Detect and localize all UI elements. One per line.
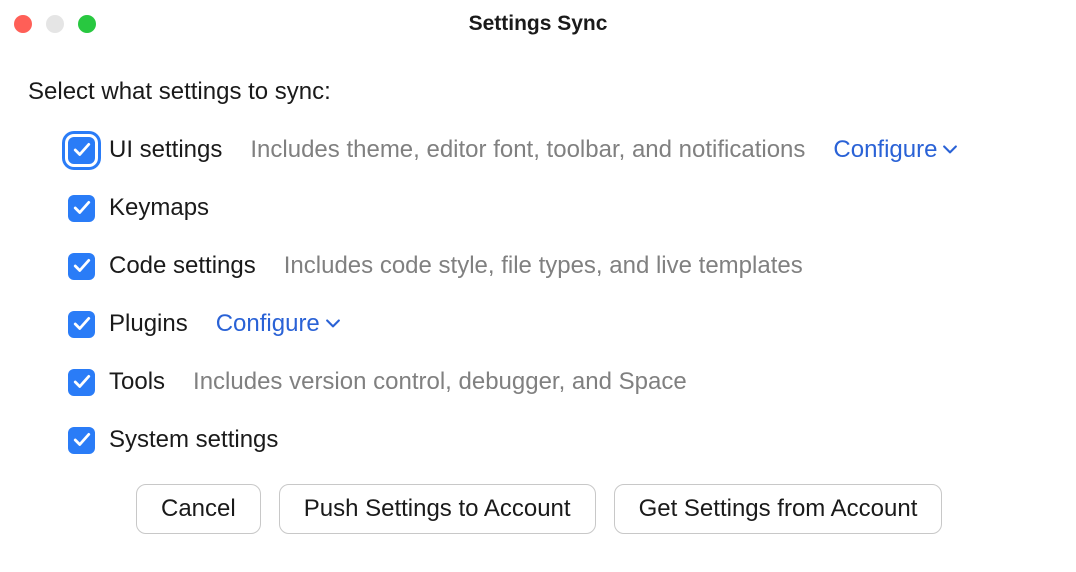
- setting-row-ui: UI settings Includes theme, editor font,…: [68, 136, 1048, 164]
- content-area: Select what settings to sync: UI setting…: [0, 48, 1076, 572]
- setting-label-keymaps: Keymaps: [109, 194, 209, 222]
- setting-desc-ui: Includes theme, editor font, toolbar, an…: [250, 136, 805, 164]
- checkmark-icon: [73, 257, 91, 275]
- setting-label-ui: UI settings: [109, 136, 222, 164]
- setting-row-code: Code settings Includes code style, file …: [68, 252, 1048, 280]
- get-settings-button[interactable]: Get Settings from Account: [614, 484, 943, 534]
- setting-row-plugins: Plugins Configure: [68, 310, 1048, 338]
- cancel-button[interactable]: Cancel: [136, 484, 261, 534]
- button-row: Cancel Push Settings to Account Get Sett…: [136, 454, 1048, 554]
- setting-label-system: System settings: [109, 426, 278, 454]
- checkbox-system-settings[interactable]: [68, 427, 95, 454]
- checkbox-tools[interactable]: [68, 369, 95, 396]
- setting-label-tools: Tools: [109, 368, 165, 396]
- configure-plugins-text: Configure: [216, 310, 320, 338]
- window-minimize-button[interactable]: [46, 15, 64, 33]
- prompt-text: Select what settings to sync:: [28, 78, 1048, 106]
- checkmark-icon: [73, 199, 91, 217]
- chevron-down-icon: [326, 319, 340, 329]
- push-settings-button[interactable]: Push Settings to Account: [279, 484, 596, 534]
- checkbox-code-settings[interactable]: [68, 253, 95, 280]
- checkmark-icon: [73, 141, 91, 159]
- window-title: Settings Sync: [469, 12, 608, 36]
- checkmark-icon: [73, 373, 91, 391]
- setting-row-keymaps: Keymaps: [68, 194, 1048, 222]
- window-zoom-button[interactable]: [78, 15, 96, 33]
- setting-row-system: System settings: [68, 426, 1048, 454]
- checkmark-icon: [73, 431, 91, 449]
- checkmark-icon: [73, 315, 91, 333]
- chevron-down-icon: [943, 145, 957, 155]
- checkbox-keymaps[interactable]: [68, 195, 95, 222]
- settings-sync-window: Settings Sync Select what settings to sy…: [0, 0, 1076, 572]
- setting-label-plugins: Plugins: [109, 310, 188, 338]
- checkbox-plugins[interactable]: [68, 311, 95, 338]
- setting-desc-tools: Includes version control, debugger, and …: [193, 368, 687, 396]
- configure-ui-link[interactable]: Configure: [833, 136, 957, 164]
- configure-ui-text: Configure: [833, 136, 937, 164]
- titlebar: Settings Sync: [0, 0, 1076, 48]
- window-close-button[interactable]: [14, 15, 32, 33]
- setting-desc-code: Includes code style, file types, and liv…: [284, 252, 803, 280]
- setting-row-tools: Tools Includes version control, debugger…: [68, 368, 1048, 396]
- checkbox-ui-settings[interactable]: [68, 137, 95, 164]
- setting-label-code: Code settings: [109, 252, 256, 280]
- settings-list: UI settings Includes theme, editor font,…: [28, 136, 1048, 454]
- configure-plugins-link[interactable]: Configure: [216, 310, 340, 338]
- traffic-lights: [14, 15, 96, 33]
